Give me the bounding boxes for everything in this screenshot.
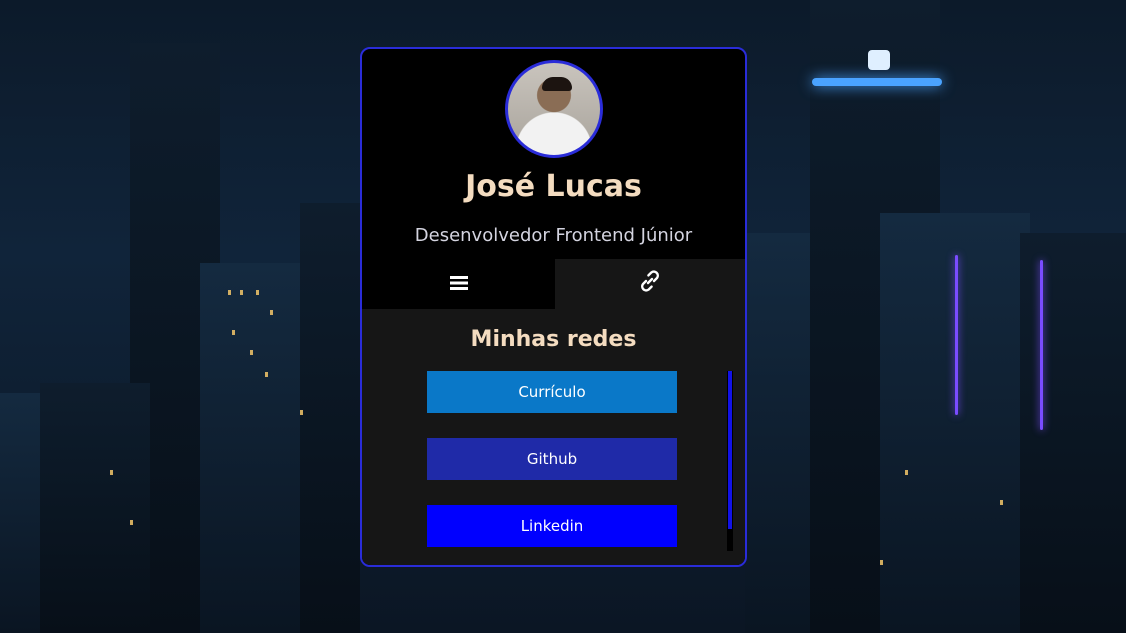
- scrollbar[interactable]: [727, 371, 733, 551]
- tab-bar: [362, 259, 745, 309]
- curriculo-button[interactable]: Currículo: [427, 371, 677, 413]
- profile-name: José Lucas: [465, 169, 642, 204]
- avatar: [505, 60, 603, 158]
- linkedin-button[interactable]: Linkedin: [427, 505, 677, 547]
- tab-links[interactable]: [555, 259, 745, 309]
- links-panel: Minhas redes Currículo Github Linkedin: [362, 309, 745, 565]
- scrollbar-thumb[interactable]: [728, 371, 732, 529]
- link-icon: [637, 268, 663, 300]
- profile-card: José Lucas Desenvolvedor Frontend Júnior: [360, 47, 747, 567]
- section-title: Minhas redes: [470, 327, 637, 352]
- github-button[interactable]: Github: [427, 438, 677, 480]
- tab-menu[interactable]: [362, 259, 555, 309]
- menu-icon: [449, 272, 468, 297]
- profile-role: Desenvolvedor Frontend Júnior: [414, 225, 693, 246]
